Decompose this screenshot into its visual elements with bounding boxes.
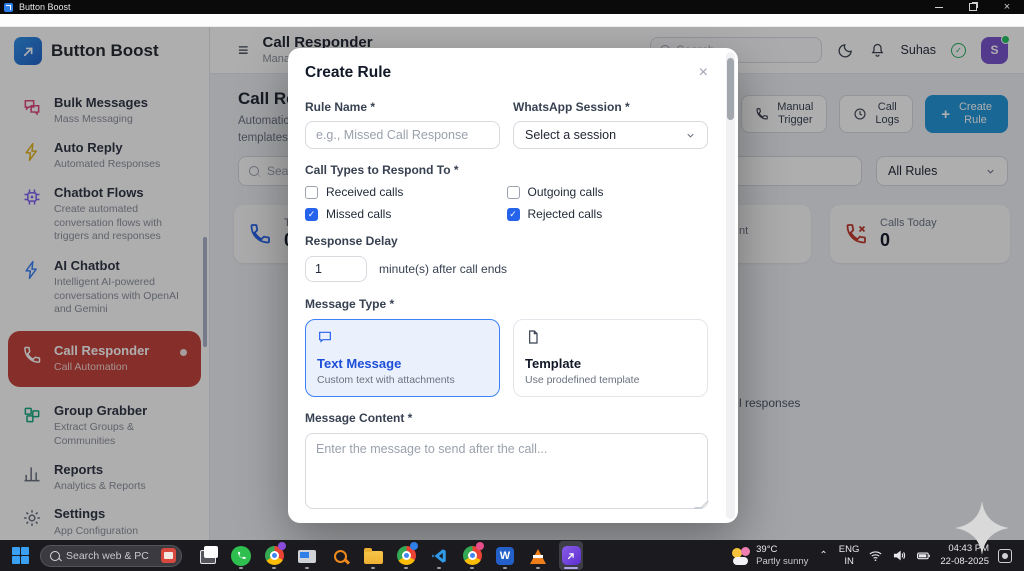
chevron-down-icon <box>685 130 696 141</box>
checkbox-label: Missed calls <box>326 207 391 221</box>
weather-condition: Partly sunny <box>756 556 808 567</box>
taskbar-search-tool-button[interactable] <box>328 541 352 570</box>
checkbox-label: Rejected calls <box>528 207 603 221</box>
message-type-desc: Custom text with attachments <box>317 374 488 386</box>
create-rule-modal: Create Rule × Rule Name * WhatsApp Sessi… <box>288 48 738 523</box>
window-titlebar: Button Boost × <box>0 0 1024 14</box>
checkbox-rejected-calls[interactable]: Rejected calls <box>507 207 709 221</box>
taskbar: W 39°CPartly sunny ⌃ ENGIN 04:43 PM22-08… <box>0 540 1024 571</box>
active-app-indicator <box>564 567 578 570</box>
session-value: Select a session <box>525 128 616 142</box>
running-indicator <box>371 567 375 570</box>
search-icon <box>50 551 60 561</box>
start-button[interactable] <box>12 547 29 564</box>
volume-icon[interactable] <box>892 548 907 563</box>
sparkle-cursor-icon <box>952 498 1012 558</box>
top-strip <box>0 14 1024 27</box>
checkbox-icon[interactable] <box>305 208 318 221</box>
delay-input[interactable] <box>305 256 367 282</box>
call-types-label: Call Types to Respond To * <box>305 163 708 177</box>
running-indicator <box>503 567 507 570</box>
taskbar-weather-widget[interactable]: 39°CPartly sunny <box>732 544 808 568</box>
session-select[interactable]: Select a session <box>513 121 708 149</box>
checkbox-icon[interactable] <box>305 186 318 199</box>
rule-name-input[interactable] <box>305 121 500 149</box>
taskbar-word-button[interactable]: W <box>493 541 517 570</box>
taskbar-chrome-profile1-button[interactable] <box>262 541 286 570</box>
rule-name-label: Rule Name * <box>305 100 500 114</box>
profile-badge <box>476 542 484 550</box>
whatsapp-icon <box>231 546 251 566</box>
taskbar-chrome-profile3-button[interactable] <box>460 541 484 570</box>
taskbar-vscode-button[interactable] <box>427 541 451 570</box>
button-boost-icon <box>562 546 581 565</box>
close-window-button[interactable]: × <box>990 0 1024 14</box>
language-line2: IN <box>844 556 854 567</box>
message-type-title: Text Message <box>317 356 488 371</box>
message-type-desc: Use prodefined template <box>525 374 696 386</box>
taskbar-remote-desktop-button[interactable] <box>295 541 319 570</box>
profile-badge <box>278 542 286 550</box>
word-icon: W <box>496 547 514 565</box>
running-indicator <box>470 567 474 570</box>
message-type-template[interactable]: Template Use prodefined template <box>513 319 708 397</box>
checkbox-icon[interactable] <box>507 186 520 199</box>
running-indicator <box>404 567 408 570</box>
checkbox-label: Outgoing calls <box>528 185 604 199</box>
modal-scrollbar-thumb[interactable] <box>727 58 734 120</box>
maximize-button[interactable] <box>956 0 990 14</box>
running-indicator <box>437 567 441 570</box>
checkbox-received-calls[interactable]: Received calls <box>305 185 507 199</box>
delay-label: Response Delay <box>305 234 708 248</box>
close-icon[interactable]: × <box>699 65 708 81</box>
weather-temperature: 39°C <box>756 544 777 555</box>
checkbox-icon[interactable] <box>507 208 520 221</box>
task-view-icon <box>200 550 216 564</box>
store-icon[interactable] <box>161 548 176 563</box>
modal-scrollbar-track[interactable] <box>726 52 735 519</box>
message-type-title: Template <box>525 356 696 371</box>
running-indicator <box>272 567 276 570</box>
taskbar-search-input[interactable] <box>66 550 152 562</box>
message-type-label: Message Type * <box>305 297 708 311</box>
message-type-text-message[interactable]: Text Message Custom text with attachment… <box>305 319 500 397</box>
profile-badge <box>410 542 418 550</box>
window-title: Button Boost <box>19 2 71 12</box>
vscode-icon <box>430 547 448 565</box>
taskbar-button-boost-button[interactable] <box>559 541 583 570</box>
taskbar-task-view-button[interactable] <box>196 541 220 570</box>
checkbox-label: Received calls <box>326 185 403 199</box>
taskbar-search[interactable] <box>40 545 182 567</box>
magnifier-icon <box>334 550 347 563</box>
taskbar-file-explorer-button[interactable] <box>361 541 385 570</box>
modal-title: Create Rule <box>305 64 391 82</box>
battery-icon[interactable] <box>916 548 931 563</box>
taskbar-vlc-button[interactable] <box>526 541 550 570</box>
taskbar-whatsapp-button[interactable] <box>229 541 253 570</box>
running-indicator <box>239 567 243 570</box>
taskbar-chrome-profile2-button[interactable] <box>394 541 418 570</box>
vlc-cone-icon <box>530 549 546 564</box>
running-indicator <box>305 567 309 570</box>
wifi-icon[interactable] <box>868 548 883 563</box>
message-content-textarea[interactable] <box>305 433 708 509</box>
remote-desktop-icon <box>298 550 316 563</box>
folder-icon <box>364 551 383 564</box>
document-icon <box>525 332 541 349</box>
delay-suffix: minute(s) after call ends <box>379 262 507 276</box>
weather-icon <box>732 547 750 565</box>
language-indicator[interactable]: ENGIN <box>839 544 860 568</box>
language-line1: ENG <box>839 544 860 555</box>
hidden-icons-chevron[interactable]: ⌃ <box>819 550 827 561</box>
running-indicator <box>536 567 540 570</box>
window-app-icon <box>4 3 13 12</box>
checkbox-missed-calls[interactable]: Missed calls <box>305 207 507 221</box>
chat-bubble-icon <box>317 332 333 349</box>
screen: Button Boost × Button Boost Bulk Mes <box>0 0 1024 571</box>
minimize-button[interactable] <box>922 0 956 14</box>
message-content-label: Message Content * <box>305 411 708 425</box>
session-label: WhatsApp Session * <box>513 100 708 114</box>
checkbox-outgoing-calls[interactable]: Outgoing calls <box>507 185 709 199</box>
